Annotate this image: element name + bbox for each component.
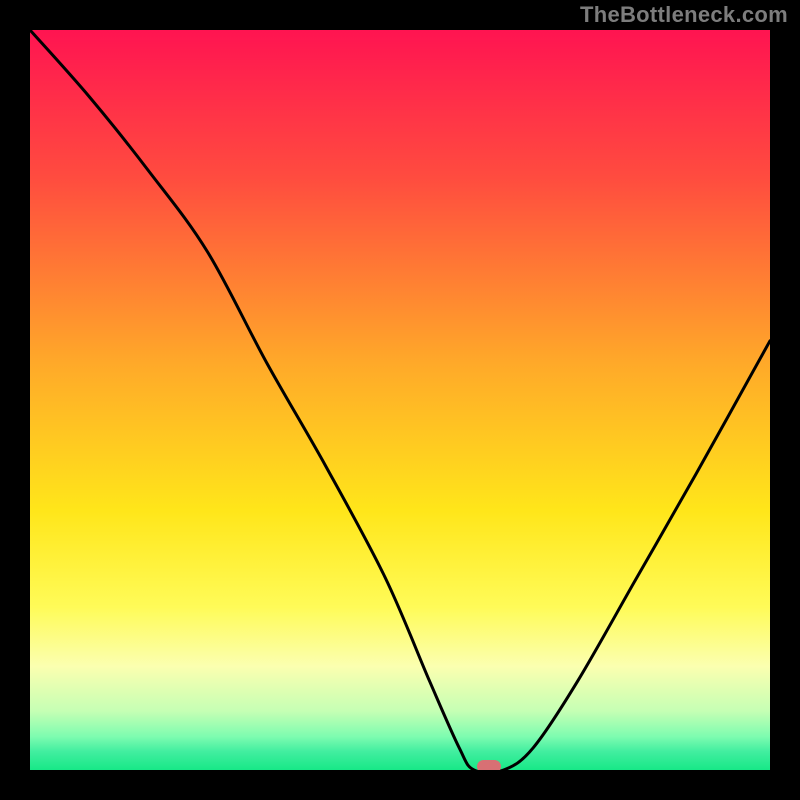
optimal-marker (477, 760, 501, 770)
bottleneck-curve (30, 30, 770, 770)
curve-path (30, 30, 770, 770)
plot-area (30, 30, 770, 770)
chart-frame: TheBottleneck.com (0, 0, 800, 800)
watermark-label: TheBottleneck.com (580, 2, 788, 28)
